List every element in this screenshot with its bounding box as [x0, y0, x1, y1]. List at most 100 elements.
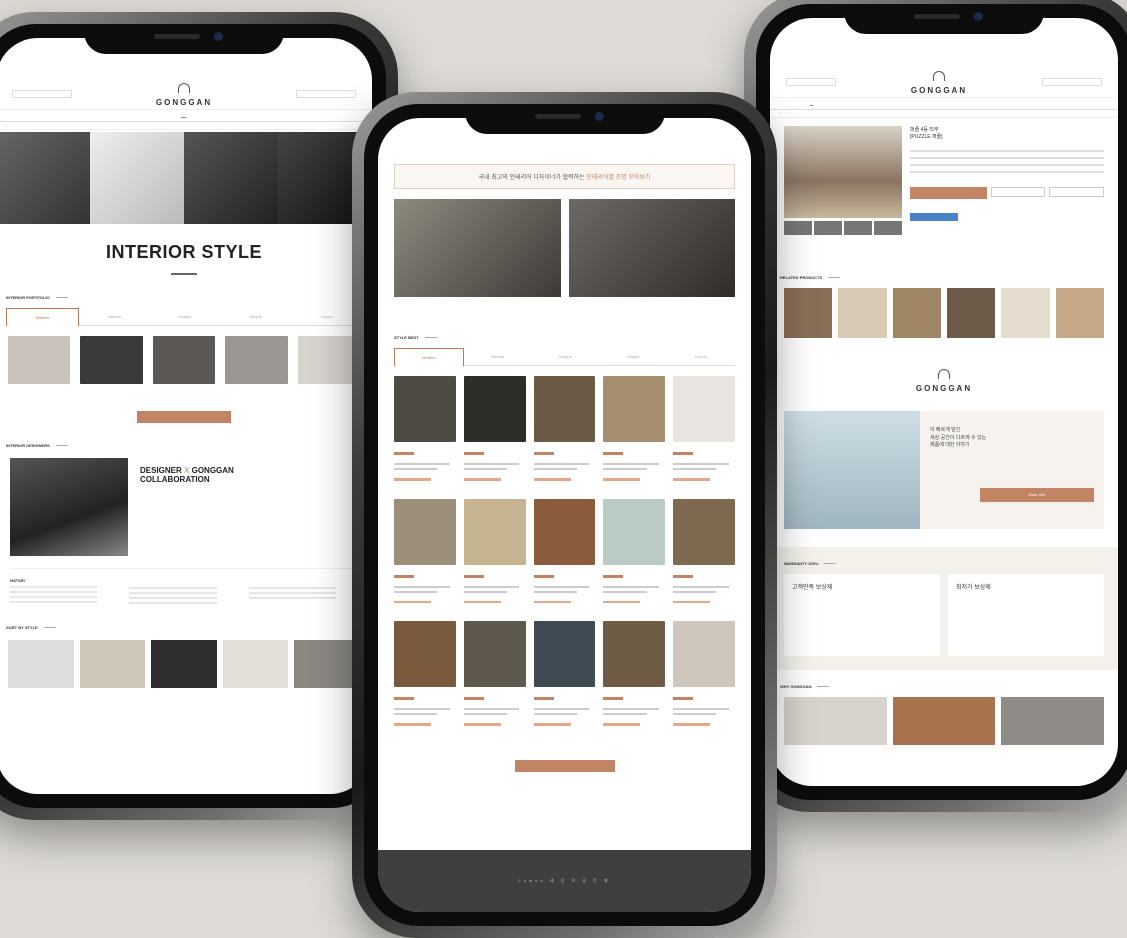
sort-item[interactable]	[151, 639, 217, 688]
page-title: INTERIOR STYLE	[105, 242, 262, 262]
thumbnail[interactable]	[874, 221, 902, 235]
camera-icon	[214, 32, 223, 41]
product-card[interactable]	[673, 621, 735, 726]
related-item[interactable]	[784, 288, 833, 338]
wishlist-button[interactable]	[1049, 187, 1105, 197]
portfolio-item[interactable]	[225, 336, 288, 391]
thumbnail[interactable]	[784, 221, 812, 235]
product-card[interactable]	[533, 621, 596, 726]
section-label: INTERIOR PORTFOLIO	[6, 295, 50, 300]
sort-item[interactable]	[79, 639, 146, 688]
collab-title: DESIGNER X GONGGAN COLLABORATION	[140, 466, 234, 485]
product-card[interactable]	[673, 498, 735, 603]
more-info-button[interactable]: More Info	[980, 487, 1094, 502]
related-item[interactable]	[946, 288, 996, 338]
banner-text: 국내 최고의 인테리어 디자이너가 협력하는	[478, 175, 585, 181]
tab-unique[interactable]: Unique	[531, 348, 600, 366]
portfolio-item[interactable]	[8, 336, 71, 391]
product-card[interactable]	[533, 498, 596, 603]
search-bar-left[interactable]	[12, 89, 72, 98]
screen-center: 국내 최고의 인테리어 디자이너가 협력하는 인테리어별 조명 모아보기 STY…	[378, 118, 751, 912]
brand-story: 이 빠르게 담긴 세상 공간이 다르게 수 있는 제품에 대한 이야기 More…	[784, 411, 1104, 529]
tab-modern[interactable]: Modern	[6, 308, 79, 326]
section-label: INTERIOR DESIGNERS	[6, 442, 50, 448]
tab-simple[interactable]: Simple	[599, 348, 668, 366]
product-card[interactable]	[463, 498, 526, 603]
tab-unique[interactable]: Unique	[149, 308, 221, 326]
nav-item[interactable]	[110, 113, 113, 118]
related-item[interactable]	[838, 288, 887, 338]
more-products-button[interactable]	[514, 759, 615, 772]
info-badge[interactable]	[910, 213, 958, 221]
speaker	[914, 14, 960, 19]
tab-modern[interactable]: Modern	[394, 348, 464, 366]
nav-item[interactable]	[1075, 101, 1078, 106]
related-item[interactable]	[892, 288, 941, 338]
portfolio-item[interactable]	[297, 336, 361, 391]
nav-item[interactable]	[942, 101, 945, 106]
logo[interactable]: GONGGAN	[156, 80, 212, 107]
search-input[interactable]	[295, 89, 356, 98]
product-card[interactable]	[463, 621, 526, 726]
tab-luxury[interactable]: Luxury	[667, 348, 735, 366]
nav-item-active[interactable]	[181, 113, 187, 118]
more-portfolio-button[interactable]	[137, 410, 231, 423]
nav-item[interactable]	[255, 113, 258, 118]
section-title: INTERIOR PORTFOLIO	[0, 295, 372, 300]
product-subname: [PUZZLE 퍼즐]	[910, 134, 943, 140]
nav-item[interactable]	[326, 113, 329, 118]
related-item[interactable]	[1001, 288, 1050, 338]
search-input[interactable]	[1041, 77, 1102, 86]
designer-photo	[568, 199, 735, 297]
product-card[interactable]	[394, 498, 456, 603]
thumbnail[interactable]	[814, 221, 842, 235]
designer-photos	[378, 199, 751, 297]
brand-photo	[784, 411, 920, 529]
cart-button[interactable]	[990, 187, 1046, 197]
main-nav	[770, 97, 1118, 110]
section-title: INTERIOR DESIGNERS	[0, 443, 372, 448]
product-card[interactable]	[394, 376, 456, 481]
product-card[interactable]	[533, 376, 596, 481]
banner-highlight: 인테리어별 조명 모아보기	[586, 175, 651, 181]
product-card[interactable]	[463, 376, 526, 481]
warranty-card: 최저가 보상제	[948, 574, 1104, 656]
sort-item[interactable]	[8, 639, 74, 688]
product-card[interactable]	[603, 621, 666, 726]
tab-simple[interactable]: Simple	[220, 308, 292, 326]
tab-natural[interactable]: Natural	[78, 308, 150, 326]
nav-item[interactable]	[876, 101, 879, 106]
product-card[interactable]	[394, 621, 456, 726]
sort-item[interactable]	[294, 639, 360, 688]
designer-card: DESIGNER X GONGGAN COLLABORATION	[10, 457, 358, 556]
product-card[interactable]	[673, 376, 735, 481]
related-products	[770, 288, 1118, 338]
sort-item[interactable]	[222, 639, 289, 688]
nav-item-active[interactable]	[809, 101, 813, 106]
why-item	[784, 697, 887, 745]
nav-item[interactable]	[1009, 101, 1012, 106]
sub-nav: ≡	[770, 110, 1118, 118]
buy-now-button[interactable]	[910, 187, 987, 199]
nav-item[interactable]	[38, 113, 41, 118]
hero-banner	[0, 132, 372, 224]
designer-photo	[10, 457, 128, 556]
portfolio-item[interactable]	[152, 336, 216, 391]
thumbnail[interactable]	[844, 221, 872, 235]
menu-icon[interactable]: ≡	[6, 124, 7, 127]
product-main-image	[784, 126, 902, 218]
menu-icon[interactable]: ≡	[780, 112, 781, 115]
related-item[interactable]	[1055, 288, 1104, 338]
product-card[interactable]	[603, 498, 666, 603]
section-label: WARRANTY 100%	[784, 561, 819, 566]
tab-natural[interactable]: Natural	[463, 348, 532, 366]
logo[interactable]: GONGGAN	[911, 68, 967, 95]
header-top: GONGGAN	[770, 66, 1118, 97]
product-detail: 퍼즐 4등 직부 [PUZZLE 퍼즐]	[770, 126, 1118, 235]
search-bar-left[interactable]	[786, 77, 836, 86]
portfolio-item[interactable]	[80, 336, 143, 391]
promo-banner[interactable]: 국내 최고의 인테리어 디자이너가 협력하는 인테리어별 조명 모아보기	[394, 164, 735, 189]
product-grid	[378, 376, 751, 726]
product-card[interactable]	[603, 376, 666, 481]
notch	[844, 4, 1044, 34]
